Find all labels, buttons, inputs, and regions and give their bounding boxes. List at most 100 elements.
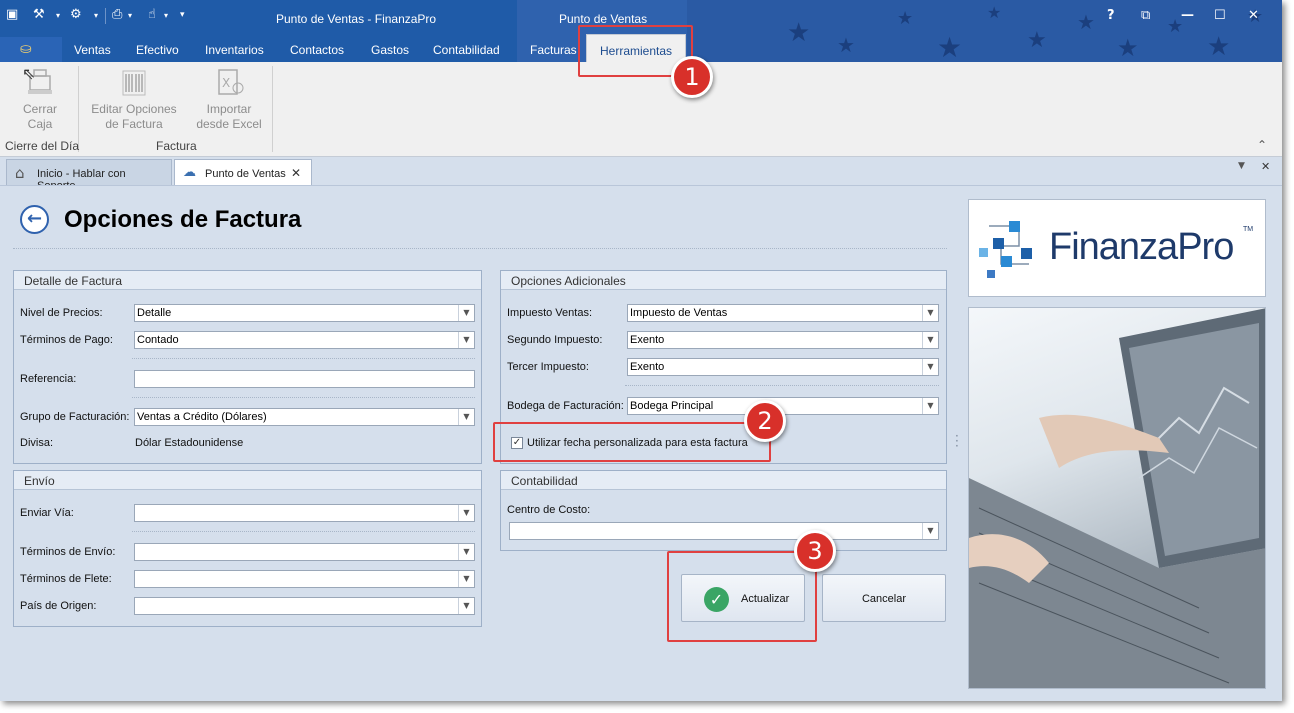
tab-contactos[interactable]: Contactos	[290, 43, 344, 57]
chevron-down-icon[interactable]: ▼	[922, 332, 938, 348]
tercer-impuesto-label: Tercer Impuesto:	[507, 361, 589, 373]
tab-gastos[interactable]: Gastos	[371, 43, 409, 57]
close-button[interactable]: ✕	[1248, 9, 1259, 22]
close-document-icon[interactable]: ✕	[1261, 160, 1270, 173]
brand-logo-panel: FinanzaPro TM	[968, 199, 1266, 297]
cancelar-button[interactable]: Cancelar	[822, 574, 946, 622]
close-tab-icon[interactable]: ✕	[291, 166, 301, 180]
group-label-cierre: Cierre del Día	[5, 139, 80, 153]
chevron-down-icon[interactable]: ▼	[458, 571, 474, 587]
group-label-factura: Factura	[156, 139, 197, 153]
chevron-down-icon[interactable]: ▼	[922, 523, 938, 539]
chevron-down-icon[interactable]: ▼	[458, 409, 474, 425]
segundo-impuesto-combo[interactable]: Exento ▼	[627, 331, 939, 349]
tab-inicio[interactable]: ⌂ Inicio - Hablar con Soporte	[6, 159, 172, 192]
pos-icon: ☁	[183, 165, 196, 180]
referencia-label: Referencia:	[20, 373, 77, 385]
touch-icon[interactable]: ☝	[148, 8, 156, 21]
chevron-down-icon[interactable]: ▼	[458, 305, 474, 321]
collapse-ribbon-icon[interactable]: ⌃	[1257, 138, 1267, 152]
terminos-flete-combo[interactable]: ▼	[134, 570, 475, 588]
app-icon[interactable]: ▣	[6, 8, 18, 21]
nivel-value: Detalle	[137, 307, 172, 319]
chevron-down-icon[interactable]: ▾	[94, 12, 98, 20]
impuesto-ventas-combo[interactable]: Impuesto de Ventas ▼	[627, 304, 939, 322]
enviar-via-label: Enviar Vía:	[20, 507, 74, 519]
chevron-down-icon[interactable]: ▼	[458, 505, 474, 521]
maximize-button[interactable]: ☐	[1214, 9, 1226, 22]
tools-icon[interactable]: ⚒	[33, 8, 45, 21]
chevron-down-icon[interactable]: ▼	[922, 398, 938, 414]
excel-import-icon: X	[213, 66, 245, 98]
splitter-grip[interactable]: · · ·	[955, 430, 959, 452]
importar-excel-button[interactable]: X Importar desde Excel	[194, 62, 264, 132]
row-divider	[132, 531, 475, 532]
window-title: Punto de Ventas - FinanzaPro	[276, 12, 437, 26]
centro-costo-combo[interactable]: ▼	[509, 522, 939, 540]
chevron-down-icon[interactable]: ▼	[458, 544, 474, 560]
terminos-pago-label: Términos de Pago:	[20, 334, 113, 346]
gear-icon[interactable]: ⚙	[70, 8, 82, 21]
back-arrow-icon[interactable]: ←	[20, 205, 49, 234]
tab-efectivo[interactable]: Efectivo	[136, 43, 179, 57]
referencia-input[interactable]	[134, 370, 475, 388]
chevron-down-icon[interactable]: ▼	[458, 332, 474, 348]
editar-opciones-button[interactable]: Editar Opciones de Factura	[88, 62, 180, 132]
chevron-down-icon[interactable]: ▼	[458, 598, 474, 614]
imp3-value: Exento	[630, 361, 665, 373]
row-divider	[132, 397, 475, 398]
chevron-down-icon[interactable]: ▾	[56, 12, 60, 20]
terminos-envio-label: Términos de Envío:	[20, 546, 116, 558]
laptop-illustration	[969, 308, 1265, 688]
print-icon[interactable]: ⎙	[112, 8, 122, 21]
row-divider	[132, 358, 475, 359]
cerrar-caja-button[interactable]: Cerrar Caja	[10, 62, 70, 132]
file-tab[interactable]: ⛀	[0, 37, 62, 62]
enviar-via-combo[interactable]: ▼	[134, 504, 475, 522]
barcode-icon	[118, 66, 150, 98]
mouse-cursor-icon: ⇖	[22, 64, 36, 83]
callout-box-2	[493, 422, 771, 462]
chevron-down-icon[interactable]: ▾	[128, 12, 132, 20]
tab-inventarios[interactable]: Inventarios	[205, 43, 264, 57]
restore-layout-icon[interactable]: ⧉	[1141, 9, 1150, 22]
file-menu-icon: ⛀	[20, 41, 32, 57]
page-title: Opciones de Factura	[64, 206, 302, 233]
pais-origen-combo[interactable]: ▼	[134, 597, 475, 615]
laptop-hero-image	[968, 307, 1266, 689]
nivel-label: Nivel de Precios:	[20, 307, 103, 319]
importar-excel-label-1: Importar	[206, 102, 252, 116]
tab-punto-de-ventas[interactable]: ☁ Punto de Ventas ✕	[174, 159, 312, 185]
brand-logo-text: FinanzaPro	[1049, 226, 1234, 268]
detalle-groupbox: Detalle de Factura Nivel de Precios: Det…	[13, 270, 482, 464]
tab-ventas[interactable]: Ventas	[74, 43, 111, 57]
cerrar-caja-label-1: Cerrar	[22, 102, 57, 116]
terminos-envio-combo[interactable]: ▼	[134, 543, 475, 561]
minimize-button[interactable]: —	[1181, 9, 1194, 22]
customize-qat-icon[interactable]: ▾	[180, 11, 185, 20]
qat-separator	[105, 8, 106, 24]
help-button[interactable]: ?	[1107, 9, 1115, 22]
chevron-down-icon[interactable]: ▾	[164, 12, 168, 20]
tercer-impuesto-combo[interactable]: Exento ▼	[627, 358, 939, 376]
divisa-label: Divisa:	[20, 437, 54, 449]
tab-facturas[interactable]: Facturas	[530, 43, 577, 57]
terminos-value: Contado	[137, 334, 179, 346]
tab-contabilidad[interactable]: Contabilidad	[433, 43, 500, 57]
detalle-header: Detalle de Factura	[14, 271, 481, 290]
chevron-down-icon[interactable]: ▼	[922, 305, 938, 321]
terminos-pago-combo[interactable]: Contado ▼	[134, 331, 475, 349]
document-tab-bar: ⌂ Inicio - Hablar con Soporte ☁ Punto de…	[0, 157, 1282, 192]
finanzapro-logo-icon	[979, 221, 1032, 278]
adicionales-header: Opciones Adicionales	[501, 271, 946, 290]
chevron-down-icon[interactable]: ▼	[922, 359, 938, 375]
pais-origen-label: País de Origen:	[20, 600, 97, 612]
callout-badge-1: 1	[671, 56, 713, 98]
tab-punto-label: Punto de Ventas	[205, 168, 286, 180]
nivel-precios-combo[interactable]: Detalle ▼	[134, 304, 475, 322]
cancelar-label: Cancelar	[861, 593, 907, 605]
tab-list-chevron-icon[interactable]: ▼	[1238, 161, 1245, 171]
grupo-facturacion-combo[interactable]: Ventas a Crédito (Dólares) ▼	[134, 408, 475, 426]
importar-excel-label-2: desde Excel	[196, 117, 262, 131]
callout-badge-2: 2	[744, 400, 786, 442]
